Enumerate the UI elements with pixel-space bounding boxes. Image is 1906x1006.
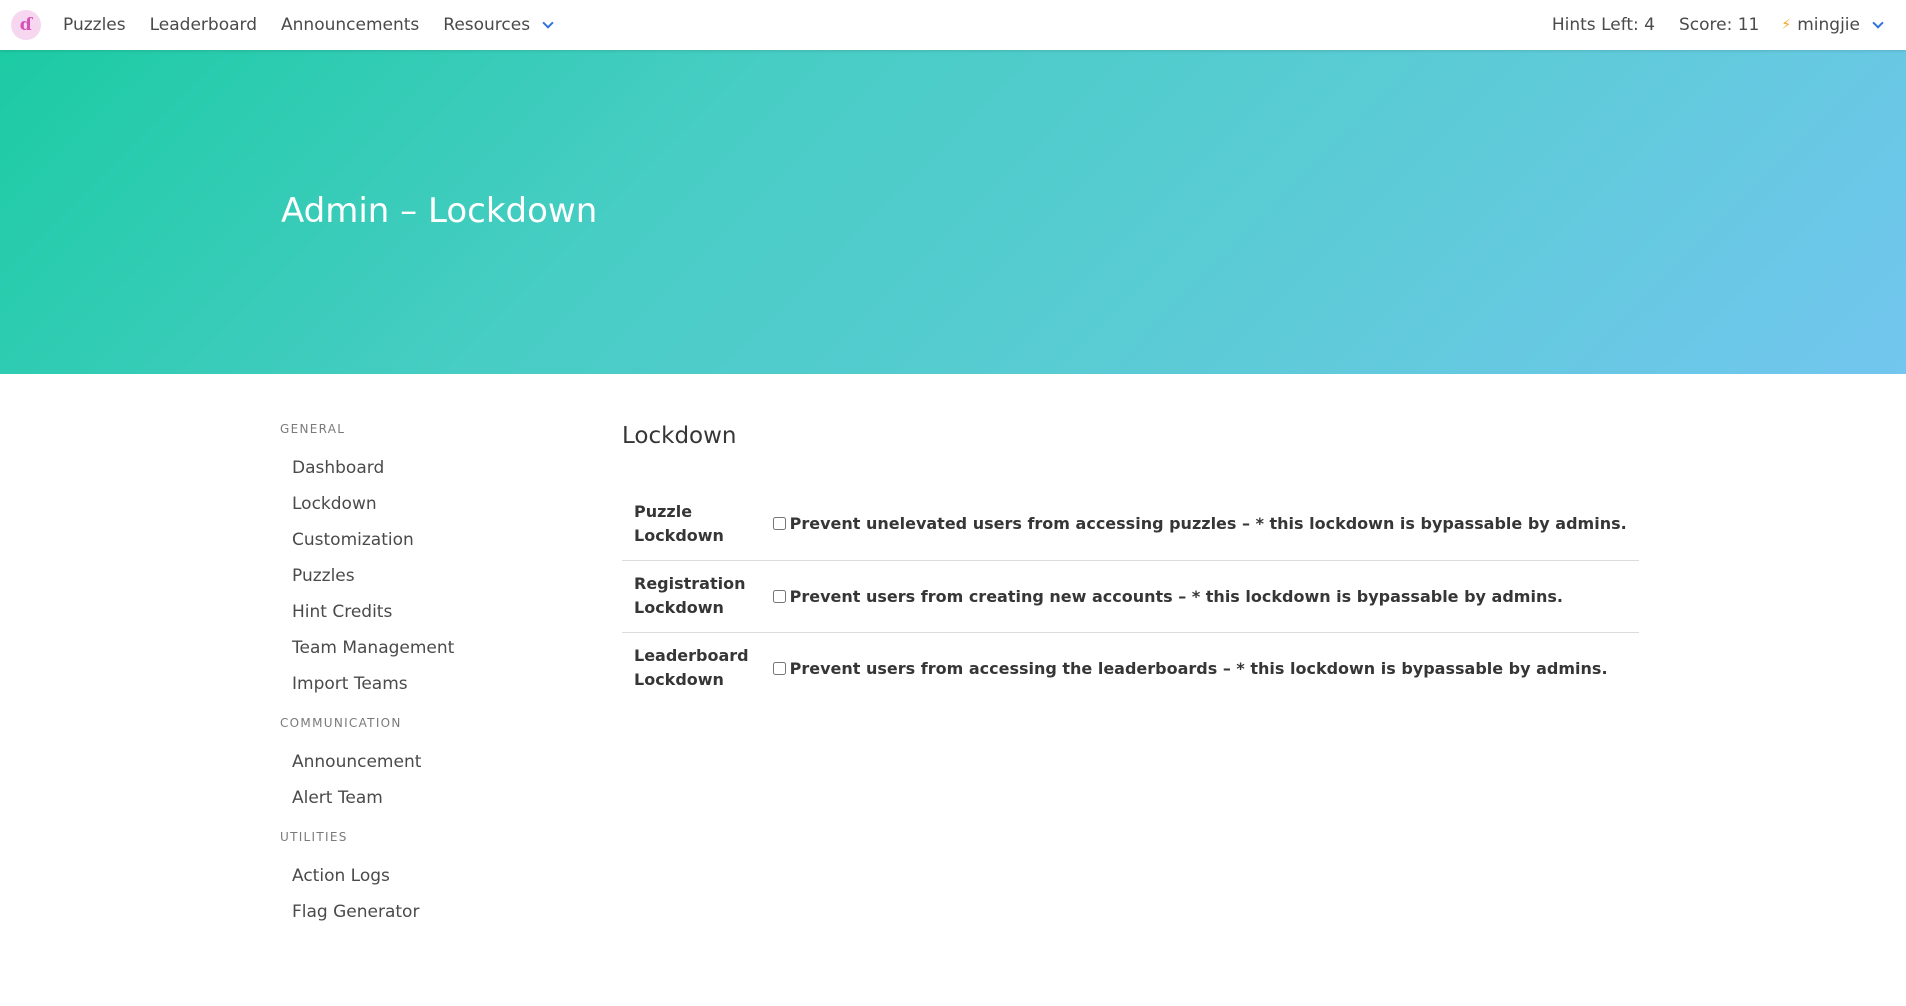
menu-label-utilities: Utilities xyxy=(280,830,348,844)
score-counter: Score: 11 xyxy=(1679,15,1760,35)
sidebar-item-lockdown[interactable]: Lockdown xyxy=(280,486,580,522)
table-row: Registration Lockdown Prevent users from… xyxy=(622,559,1639,632)
lockdown-description: Prevent users from creating new accounts… xyxy=(789,586,1563,606)
page-title: Admin – Lockdown xyxy=(281,191,598,231)
lockdown-name: Puzzle Lockdown xyxy=(634,501,724,545)
sidebar-item-import-teams[interactable]: Import Teams xyxy=(280,666,580,702)
sidebar-item-dashboard[interactable]: Dashboard xyxy=(280,450,580,486)
username-label: mingjie xyxy=(1797,15,1860,35)
sidebar-item-puzzles[interactable]: Puzzles xyxy=(280,558,580,594)
nav-leaderboard[interactable]: Leaderboard xyxy=(150,15,257,35)
sidebar-item-hint-credits[interactable]: Hint Credits xyxy=(280,594,580,630)
nav-puzzles[interactable]: Puzzles xyxy=(63,15,126,35)
menu-label-general: General xyxy=(280,422,346,436)
admin-sidebar: General Dashboard Lockdown Customization… xyxy=(280,420,580,942)
lockdown-description: Prevent unelevated users from accessing … xyxy=(789,514,1627,534)
leaderboard-lockdown-control[interactable]: Prevent users from accessing the leaderb… xyxy=(772,658,1627,678)
sidebar-item-action-logs[interactable]: Action Logs xyxy=(280,858,580,894)
lockdown-name: Leaderboard Lockdown xyxy=(622,631,761,704)
section-title: Lockdown xyxy=(622,423,737,449)
chevron-down-icon xyxy=(542,16,554,29)
navbar-right: Hints Left: 4 Score: 11 ⚡ mingjie xyxy=(1528,15,1884,35)
table-row: Leaderboard Lockdown Prevent users from … xyxy=(622,631,1639,704)
lockdown-name: Registration Lockdown xyxy=(622,559,761,632)
main-content: Lockdown Puzzle Lockdown Prevent uneleva… xyxy=(622,420,1639,704)
lockdown-table: Puzzle Lockdown Prevent unelevated users… xyxy=(622,488,1639,704)
puzzle-lockdown-checkbox[interactable] xyxy=(772,517,786,531)
logo-icon[interactable]: ɗ xyxy=(11,10,41,40)
lockdown-description: Prevent users from accessing the leaderb… xyxy=(789,658,1608,678)
registration-lockdown-checkbox[interactable] xyxy=(772,589,786,603)
nav-announcements[interactable]: Announcements xyxy=(281,15,419,35)
nav-resources-dropdown[interactable]: Resources xyxy=(443,15,554,35)
puzzle-lockdown-control[interactable]: Prevent unelevated users from accessing … xyxy=(772,514,1627,534)
sidebar-item-customization[interactable]: Customization xyxy=(280,522,580,558)
sidebar-item-team-management[interactable]: Team Management xyxy=(280,630,580,666)
menu-list-utilities: Action Logs Flag Generator xyxy=(280,858,580,930)
menu-list-general: Dashboard Lockdown Customization Puzzles… xyxy=(280,450,580,702)
sidebar-item-announcement[interactable]: Announcement xyxy=(280,744,580,780)
table-row: Puzzle Lockdown Prevent unelevated users… xyxy=(622,488,1639,560)
hero-banner: Admin – Lockdown xyxy=(0,50,1906,374)
sidebar-item-flag-generator[interactable]: Flag Generator xyxy=(280,894,580,930)
chevron-down-icon xyxy=(1872,16,1884,29)
user-menu-dropdown[interactable]: ⚡ mingjie xyxy=(1781,15,1884,35)
leaderboard-lockdown-checkbox[interactable] xyxy=(772,661,786,675)
registration-lockdown-control[interactable]: Prevent users from creating new accounts… xyxy=(772,586,1627,606)
nav-resources-label: Resources xyxy=(443,15,531,35)
hints-left-counter: Hints Left: 4 xyxy=(1551,15,1655,35)
bolt-icon: ⚡ xyxy=(1781,17,1792,33)
menu-list-communication: Announcement Alert Team xyxy=(280,744,580,816)
top-navbar: ɗ Puzzles Leaderboard Announcements Reso… xyxy=(0,0,1906,50)
menu-label-communication: Communication xyxy=(280,716,402,730)
sidebar-item-alert-team[interactable]: Alert Team xyxy=(280,780,580,816)
